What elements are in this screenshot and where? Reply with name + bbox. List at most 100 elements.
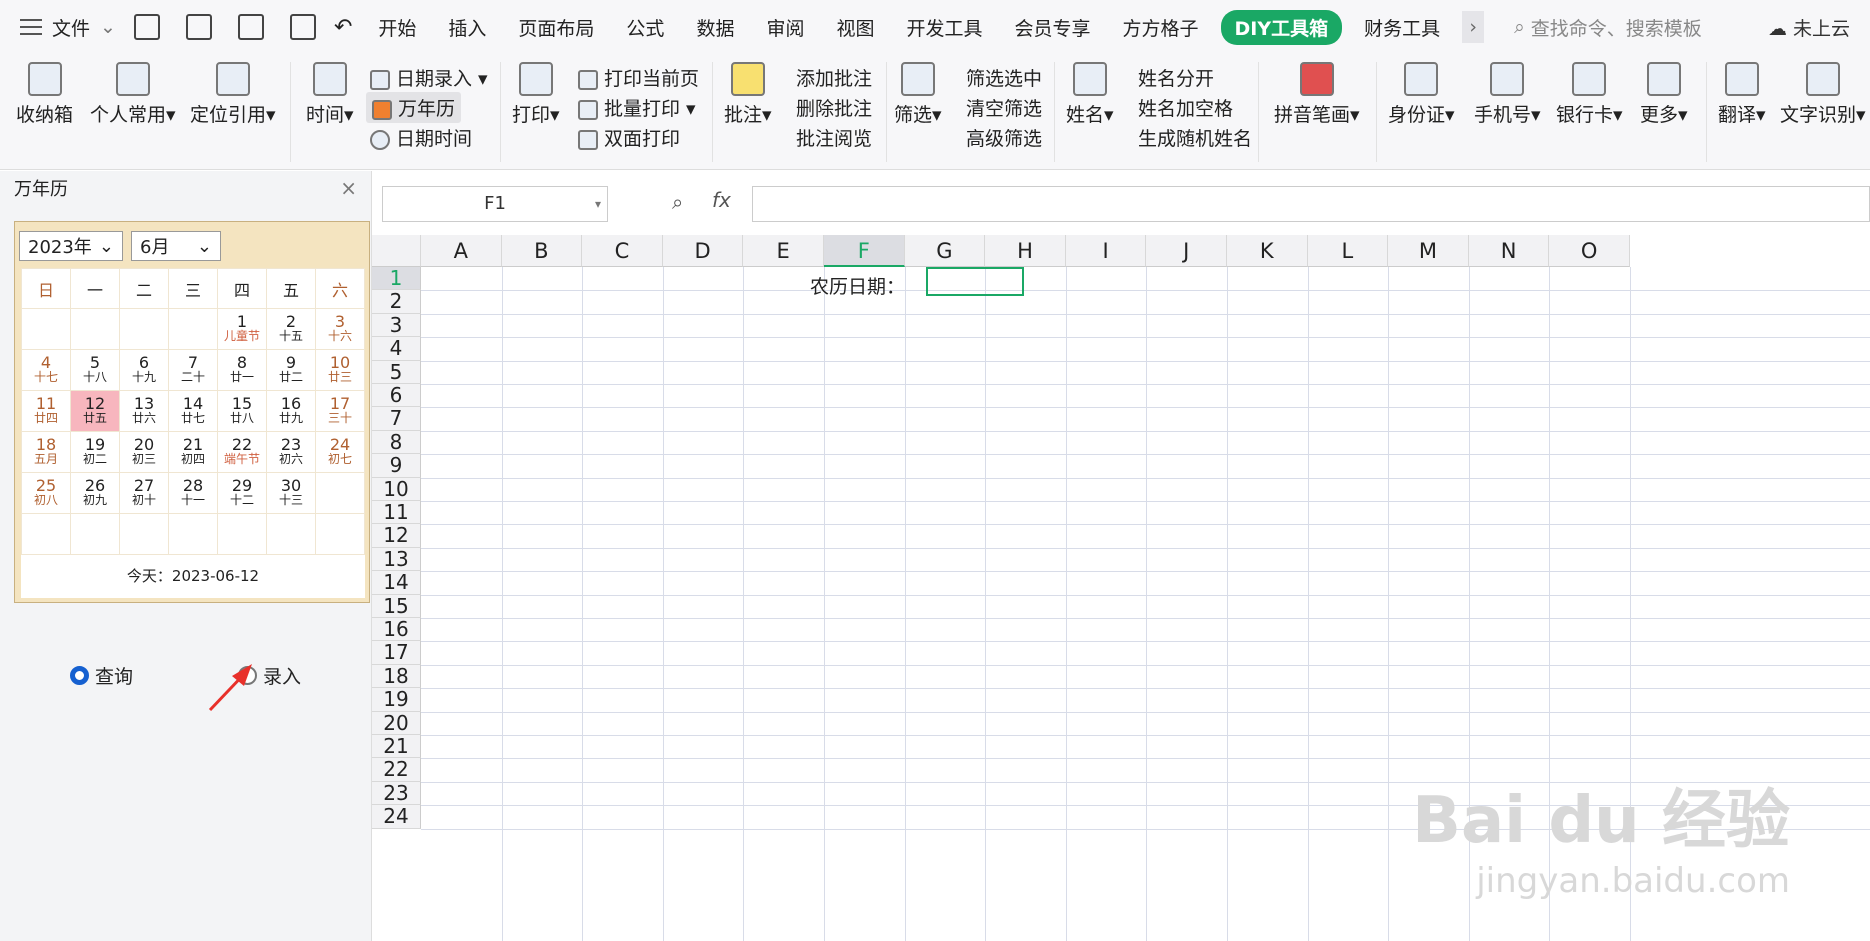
duplex-print-button[interactable]: 双面打印 — [578, 124, 680, 151]
calendar-day[interactable]: 26 初九 — [70, 472, 120, 514]
row-header[interactable]: 19 — [372, 687, 421, 712]
column-header[interactable]: I — [1065, 235, 1147, 267]
pinyin-button[interactable]: 拼音笔画▾ — [1274, 54, 1360, 127]
menu-icon[interactable] — [20, 19, 42, 35]
clear-filter-button[interactable]: 清空筛选 — [966, 94, 1042, 121]
calendar-day[interactable]: 30 十三 — [266, 472, 316, 514]
calendar-day[interactable]: 20 初三 — [119, 431, 169, 473]
row-header[interactable]: 7 — [372, 406, 421, 431]
row-header[interactable]: 4 — [372, 336, 421, 361]
row-header[interactable]: 22 — [372, 757, 421, 782]
calendar-day[interactable]: 4 十七 — [21, 349, 71, 391]
row-header[interactable]: 8 — [372, 430, 421, 455]
calendar-day[interactable]: 3 十六 — [315, 308, 365, 350]
tab-7[interactable]: 开发工具 — [890, 14, 998, 41]
add-comment-button[interactable]: 添加批注 — [796, 64, 872, 91]
row-header[interactable]: 24 — [372, 804, 421, 829]
row-header[interactable]: 12 — [372, 523, 421, 548]
calendar-day[interactable]: 10 廿三 — [315, 349, 365, 391]
personal-button[interactable]: 个人常用▾ — [90, 54, 176, 127]
translate-button[interactable]: 翻译▾ — [1718, 54, 1766, 127]
calendar-day[interactable]: 16 廿九 — [266, 390, 316, 432]
print-current-button[interactable]: 打印当前页 — [578, 64, 699, 91]
calendar-day[interactable]: 8 廿一 — [217, 349, 267, 391]
calendar-day[interactable]: 12 廿五 — [70, 390, 120, 432]
read-comment-button[interactable]: 批注阅览 — [796, 124, 872, 151]
delete-comment-button[interactable]: 删除批注 — [796, 94, 872, 121]
storage-button[interactable]: 收纳箱 — [16, 54, 73, 127]
row-header[interactable]: 16 — [372, 617, 421, 642]
column-header[interactable]: K — [1227, 235, 1308, 267]
tab-5[interactable]: 审阅 — [750, 14, 820, 41]
chevron-down-icon[interactable]: ⌄ — [100, 16, 116, 38]
row-header[interactable]: 5 — [372, 360, 421, 384]
tab-1[interactable]: 插入 — [432, 14, 502, 41]
advanced-filter-button[interactable]: 高级筛选 — [966, 124, 1042, 151]
calendar-day[interactable]: 25 初八 — [21, 472, 71, 514]
undo-icon[interactable]: ↶ — [334, 15, 352, 40]
cell-e1[interactable]: 农历日期： — [810, 272, 905, 299]
column-header[interactable]: A — [421, 235, 502, 267]
month-select[interactable]: 6月 ⌄ — [131, 231, 221, 261]
search-box[interactable]: ⌕ 查找命令、搜索模板 — [1514, 14, 1702, 41]
filter-selected-button[interactable]: 筛选选中 — [966, 64, 1042, 91]
column-header[interactable]: G — [904, 235, 986, 267]
column-header[interactable]: F — [824, 235, 905, 267]
locate-button[interactable]: 定位引用▾ — [190, 54, 276, 127]
row-header[interactable]: 15 — [372, 594, 421, 618]
tab-2[interactable]: 页面布局 — [502, 14, 610, 41]
tab-8[interactable]: 会员专享 — [999, 14, 1107, 41]
file-menu[interactable]: 文件 — [52, 14, 90, 41]
row-header[interactable]: 2 — [372, 289, 421, 314]
calendar-day[interactable]: 18 五月 — [21, 431, 71, 473]
tab-6[interactable]: 视图 — [820, 14, 890, 41]
selected-cell-f1[interactable] — [926, 267, 1024, 296]
column-header[interactable]: O — [1549, 235, 1630, 267]
more-tabs-icon[interactable]: › — [1462, 11, 1485, 43]
calendar-day[interactable]: 7 二十 — [168, 349, 218, 391]
calendar-day[interactable]: 13 廿六 — [119, 390, 169, 432]
random-name-button[interactable]: 生成随机姓名 — [1138, 124, 1252, 151]
time-button[interactable]: 时间▾ — [306, 54, 354, 127]
calendar-day[interactable]: 11 廿四 — [21, 390, 71, 432]
more-button[interactable]: 更多▾ — [1640, 54, 1688, 127]
zoom-icon[interactable]: ⌕ — [672, 190, 683, 214]
name-space-button[interactable]: 姓名加空格 — [1138, 94, 1233, 121]
name-button[interactable]: 姓名▾ — [1066, 54, 1114, 127]
phone-button[interactable]: 手机号▾ — [1474, 54, 1541, 127]
tab-10[interactable]: DIY工具箱 — [1220, 9, 1343, 45]
cloud-status[interactable]: ☁ 未上云 — [1768, 14, 1850, 41]
calendar-day[interactable]: 28 十一 — [168, 472, 218, 514]
row-header[interactable]: 1 — [372, 266, 421, 291]
calendar-day[interactable]: 27 初十 — [119, 472, 169, 514]
calendar-button[interactable]: 万年历 — [366, 92, 462, 123]
select-all-corner[interactable] — [372, 235, 421, 267]
row-header[interactable]: 20 — [372, 711, 421, 735]
calendar-day[interactable]: 23 初六 — [266, 431, 316, 473]
tab-11[interactable]: 财务工具 — [1348, 14, 1456, 41]
ocr-button[interactable]: 文字识别▾ — [1780, 54, 1866, 127]
calendar-day[interactable]: 1 儿童节 — [217, 308, 267, 350]
print-preview-icon[interactable] — [289, 14, 316, 40]
date-entry-button[interactable]: 日期录入 ▾ — [370, 64, 488, 91]
split-name-button[interactable]: 姓名分开 — [1138, 64, 1214, 91]
column-header[interactable]: L — [1307, 235, 1389, 267]
calendar-day[interactable]: 21 初四 — [168, 431, 218, 473]
row-header[interactable]: 21 — [372, 734, 421, 759]
save-icon[interactable] — [133, 14, 160, 40]
row-header[interactable]: 6 — [372, 383, 421, 408]
tab-3[interactable]: 公式 — [610, 14, 680, 41]
id-card-button[interactable]: 身份证▾ — [1388, 54, 1455, 127]
row-header[interactable]: 11 — [372, 500, 421, 525]
tab-9[interactable]: 方方格子 — [1107, 14, 1215, 41]
bank-card-button[interactable]: 银行卡▾ — [1556, 54, 1623, 127]
column-header[interactable]: J — [1146, 235, 1227, 267]
tab-4[interactable]: 数据 — [680, 14, 750, 41]
calendar-day[interactable]: 22 端午节 — [217, 431, 267, 473]
calendar-day[interactable]: 15 廿八 — [217, 390, 267, 432]
row-header[interactable]: 23 — [372, 781, 421, 806]
calendar-day[interactable]: 9 廿二 — [266, 349, 316, 391]
calendar-day[interactable]: 29 十二 — [217, 472, 267, 514]
column-header[interactable]: E — [743, 235, 824, 267]
calendar-day[interactable]: 19 初二 — [70, 431, 120, 473]
